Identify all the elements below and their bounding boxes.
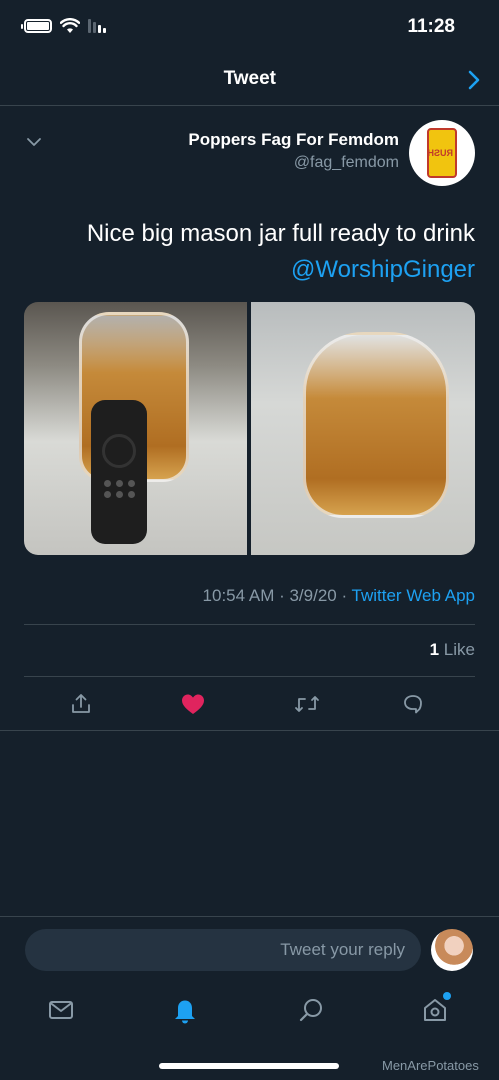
mirrored-screen: 11:28 Tweet RUSH Poppers Fag For Femdom bbox=[0, 0, 499, 1080]
reply-icon bbox=[404, 695, 422, 714]
jar-shape bbox=[303, 332, 449, 518]
avatar[interactable] bbox=[431, 929, 473, 971]
status-bar: 11:28 bbox=[0, 0, 499, 50]
status-time: 11:28 bbox=[407, 16, 455, 37]
retweet-icon bbox=[295, 696, 319, 712]
share-icon bbox=[72, 694, 90, 713]
author-names[interactable]: Poppers Fag For Femdom @fag_femdom bbox=[188, 130, 399, 172]
reply-input[interactable]: Tweet your reply bbox=[25, 929, 421, 971]
tab-notifications[interactable] bbox=[167, 992, 203, 1028]
cellular-signal-icon bbox=[88, 19, 106, 33]
photo-jar-closeup[interactable] bbox=[251, 302, 475, 555]
poppers-bottle-image: RUSH bbox=[427, 128, 457, 178]
page-title-wrap: Tweet bbox=[0, 68, 499, 90]
like-button[interactable] bbox=[177, 688, 209, 720]
chevron-down-icon[interactable] bbox=[24, 132, 44, 152]
likes-summary[interactable]: 1 Like bbox=[430, 640, 475, 660]
home-icon bbox=[424, 999, 446, 1021]
reply-bar: Tweet your reply bbox=[0, 916, 499, 982]
messages-icon bbox=[49, 1001, 73, 1019]
header: Tweet bbox=[0, 54, 499, 106]
divider bbox=[24, 624, 475, 625]
tab-bar bbox=[0, 982, 499, 1042]
reply-placeholder: Tweet your reply bbox=[280, 940, 405, 959]
like-label: Like bbox=[439, 640, 475, 659]
tab-messages[interactable] bbox=[43, 992, 79, 1028]
battery-icon bbox=[24, 19, 52, 33]
photo-jar-with-remote[interactable] bbox=[24, 302, 248, 555]
reply-button[interactable] bbox=[397, 688, 429, 720]
tweet-text: Nice big mason jar full ready to drink @… bbox=[25, 216, 475, 288]
new-content-dot bbox=[443, 992, 451, 1000]
mention-link[interactable]: @WorshipGinger bbox=[291, 252, 475, 288]
wifi-icon bbox=[60, 18, 80, 33]
user-handle: @fag_femdom bbox=[293, 154, 399, 171]
share-button[interactable] bbox=[65, 688, 97, 720]
status-icons bbox=[24, 18, 106, 34]
page-title: Tweet bbox=[223, 68, 276, 89]
tweet-actions bbox=[0, 688, 499, 720]
like-icon bbox=[182, 694, 204, 714]
tab-search[interactable] bbox=[293, 992, 329, 1028]
retweet-button[interactable] bbox=[291, 688, 323, 720]
tweet-source-link[interactable]: Twitter Web App bbox=[352, 586, 475, 605]
notifications-icon bbox=[175, 1000, 195, 1024]
media-grid bbox=[24, 302, 475, 555]
remote-control bbox=[91, 400, 148, 544]
search-icon bbox=[299, 999, 322, 1022]
divider bbox=[24, 676, 475, 677]
tweet-text-line: Nice big mason jar full ready to drink bbox=[86, 220, 475, 247]
tweet-meta: 10:54 AM · 3/9/20 · Twitter Web App bbox=[203, 586, 475, 606]
tab-home[interactable] bbox=[417, 992, 453, 1028]
tweet-detail: RUSH Poppers Fag For Femdom @fag_femdom … bbox=[0, 106, 499, 731]
avatar[interactable]: RUSH bbox=[409, 120, 475, 186]
watermark: MenArePotatoes bbox=[382, 1058, 479, 1073]
display-name: Poppers Fag For Femdom bbox=[188, 130, 399, 149]
tweet-timestamp: 10:54 AM · 3/9/20 · bbox=[202, 586, 352, 605]
home-indicator bbox=[159, 1063, 339, 1069]
